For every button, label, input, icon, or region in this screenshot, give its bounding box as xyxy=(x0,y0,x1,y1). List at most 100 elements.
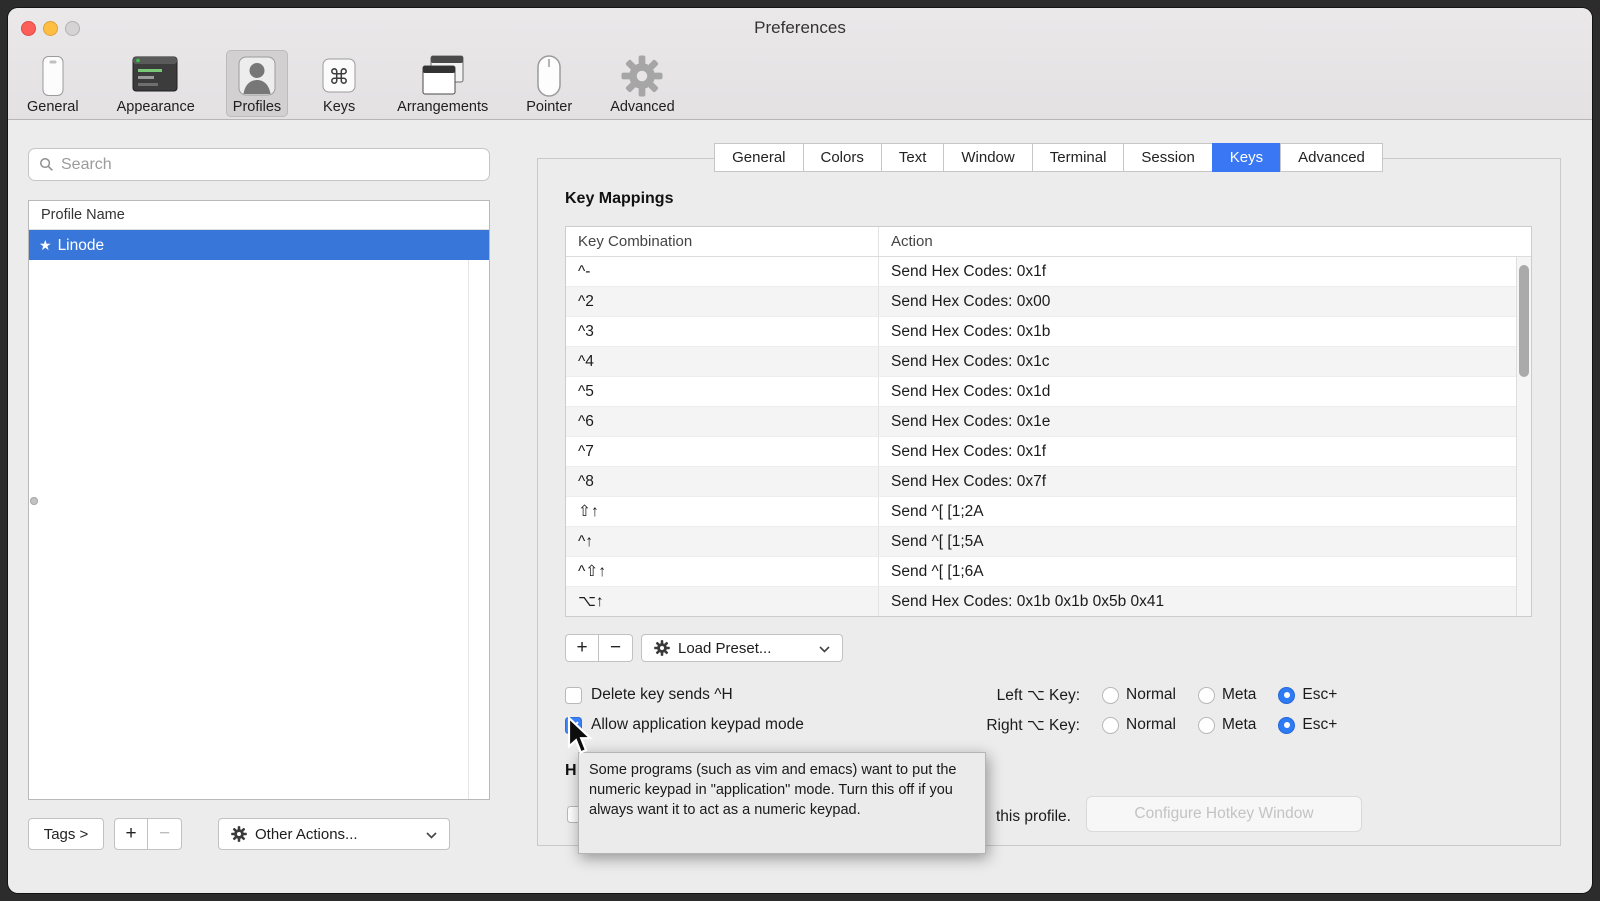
toolbar-item-pointer[interactable]: Pointer xyxy=(519,50,579,117)
mouse-cursor-icon xyxy=(566,716,594,761)
action-cell: Send Hex Codes: 0x1f xyxy=(879,257,1516,286)
toolbar-item-profiles[interactable]: Profiles xyxy=(226,50,288,117)
action-cell: Send Hex Codes: 0x1b 0x1b 0x5b 0x41 xyxy=(879,587,1516,616)
action-cell: Send ^[ [1;2A xyxy=(879,497,1516,526)
table-header: Key Combination Action xyxy=(566,227,1531,257)
radio-option-meta[interactable]: Meta xyxy=(1198,716,1256,734)
titlebar[interactable]: Preferences xyxy=(8,8,1592,48)
table-scrollbar[interactable] xyxy=(1516,257,1531,616)
toolbar-item-appearance[interactable]: Appearance xyxy=(110,50,202,117)
sidebar-controls: Tags > + − Other Actions... xyxy=(28,818,450,850)
checkbox-box xyxy=(565,687,582,704)
toolbar: General Appearance Profiles ⌘Keys Arrangemen… xyxy=(20,50,682,117)
key-mapping-row[interactable]: ^2Send Hex Codes: 0x00 xyxy=(566,287,1516,317)
action-cell: Send Hex Codes: 0x1f xyxy=(879,437,1516,466)
radio-option-esc[interactable]: Esc+ xyxy=(1278,716,1337,734)
radio-option-normal[interactable]: Normal xyxy=(1102,716,1176,734)
tab-advanced[interactable]: Advanced xyxy=(1280,143,1383,172)
radio-option-label: Meta xyxy=(1222,686,1256,704)
key-mapping-row[interactable]: ^6Send Hex Codes: 0x1e xyxy=(566,407,1516,437)
toolbar-item-general[interactable]: General xyxy=(20,50,86,117)
profile-row[interactable]: ★ Linode xyxy=(29,230,489,260)
checkbox-label: Delete key sends ^H xyxy=(591,686,733,704)
load-preset-dropdown[interactable]: Load Preset... xyxy=(641,634,843,662)
tab-text[interactable]: Text xyxy=(881,143,945,172)
star-icon: ★ xyxy=(39,237,52,253)
tags-button[interactable]: Tags > xyxy=(28,818,104,850)
radio-option-esc[interactable]: Esc+ xyxy=(1278,686,1337,704)
toolbar-item-label: Appearance xyxy=(117,99,195,115)
chevron-down-icon xyxy=(426,826,437,843)
checkbox-delete-key-sends-h[interactable]: Delete key sends ^H xyxy=(565,680,804,710)
tab-window[interactable]: Window xyxy=(943,143,1032,172)
tab-session[interactable]: Session xyxy=(1123,143,1212,172)
key-combination-cell: ⌥↑ xyxy=(566,587,879,616)
key-mapping-row[interactable]: ^5Send Hex Codes: 0x1d xyxy=(566,377,1516,407)
tab-keys[interactable]: Keys xyxy=(1212,143,1281,172)
column-header-action[interactable]: Action xyxy=(879,227,1531,256)
configure-hotkey-window-button[interactable]: Configure Hotkey Window xyxy=(1086,796,1362,832)
key-mapping-row[interactable]: ^7Send Hex Codes: 0x1f xyxy=(566,437,1516,467)
key-mappings-body: ^-Send Hex Codes: 0x1f^2Send Hex Codes: … xyxy=(566,257,1516,616)
key-mapping-row[interactable]: ^3Send Hex Codes: 0x1b xyxy=(566,317,1516,347)
svg-text:⌘: ⌘ xyxy=(329,65,350,89)
key-combination-cell: ^3 xyxy=(566,317,879,346)
key-mapping-row[interactable]: ^-Send Hex Codes: 0x1f xyxy=(566,257,1516,287)
key-mapping-row[interactable]: ⌥↑Send Hex Codes: 0x1b 0x1b 0x5b 0x41 xyxy=(566,587,1516,616)
pointer-icon xyxy=(532,53,566,98)
radio-button xyxy=(1102,687,1119,704)
hotkey-section-heading: H xyxy=(565,762,577,780)
toolbar-item-arrangements[interactable]: Arrangements xyxy=(390,50,495,117)
action-cell: Send ^[ [1;6A xyxy=(879,557,1516,586)
toolbar-item-label: Advanced xyxy=(610,99,675,115)
profile-name: Linode xyxy=(58,237,105,254)
radio-groups: Left ⌥ Key:NormalMetaEsc+Right ⌥ Key:Nor… xyxy=(960,680,1337,740)
other-actions-dropdown[interactable]: Other Actions... xyxy=(218,818,450,850)
keys-icon: ⌘ xyxy=(319,53,359,98)
search-input[interactable] xyxy=(61,156,479,174)
section-title: Key Mappings xyxy=(565,190,673,208)
key-combination-cell: ^5 xyxy=(566,377,879,406)
general-icon xyxy=(33,53,73,98)
remove-key-mapping-button[interactable]: − xyxy=(599,634,633,662)
tab-general[interactable]: General xyxy=(714,143,803,172)
key-mapping-row[interactable]: ^8Send Hex Codes: 0x7f xyxy=(566,467,1516,497)
key-mapping-row[interactable]: ^4Send Hex Codes: 0x1c xyxy=(566,347,1516,377)
action-cell: Send Hex Codes: 0x7f xyxy=(879,467,1516,496)
action-cell: Send ^[ [1;5A xyxy=(879,527,1516,556)
key-mapping-row[interactable]: ^⇧↑Send ^[ [1;6A xyxy=(566,557,1516,587)
key-combination-cell: ^⇧↑ xyxy=(566,557,879,586)
toolbar-item-keys[interactable]: ⌘Keys xyxy=(312,50,366,117)
radio-group: Right ⌥ Key:NormalMetaEsc+ xyxy=(960,710,1337,740)
search-field[interactable] xyxy=(28,148,490,181)
radio-button xyxy=(1278,687,1295,704)
key-mapping-row[interactable]: ^↑Send ^[ [1;5A xyxy=(566,527,1516,557)
profiles-icon xyxy=(235,53,279,98)
column-header-key-combination[interactable]: Key Combination xyxy=(566,227,879,256)
key-combination-cell: ^8 xyxy=(566,467,879,496)
radio-button xyxy=(1278,717,1295,734)
action-cell: Send Hex Codes: 0x1b xyxy=(879,317,1516,346)
key-combination-cell: ^6 xyxy=(566,407,879,436)
key-combination-cell: ⇧↑ xyxy=(566,497,879,526)
remove-profile-button[interactable]: − xyxy=(148,818,182,850)
tab-terminal[interactable]: Terminal xyxy=(1032,143,1125,172)
toolbar-item-advanced[interactable]: Advanced xyxy=(603,50,682,117)
radio-option-normal[interactable]: Normal xyxy=(1102,686,1176,704)
checkbox-group: Delete key sends ^H Allow application key… xyxy=(565,680,804,740)
scrollbar-thumb[interactable] xyxy=(1519,265,1529,377)
checkbox-allow-application-keypad-mode[interactable]: Allow application keypad mode xyxy=(565,710,804,740)
profile-list-header: Profile Name xyxy=(29,201,489,230)
radio-button xyxy=(1198,717,1215,734)
preferences-window: Preferences GeneralAppearanceProfiles⌘Ke… xyxy=(8,8,1592,893)
checkbox-label: Allow application keypad mode xyxy=(591,716,804,734)
add-profile-button[interactable]: + xyxy=(114,818,148,850)
add-key-mapping-button[interactable]: + xyxy=(565,634,599,662)
key-mapping-row[interactable]: ⇧↑Send ^[ [1;2A xyxy=(566,497,1516,527)
toolbar-item-label: General xyxy=(27,99,79,115)
key-combination-cell: ^↑ xyxy=(566,527,879,556)
radio-option-label: Esc+ xyxy=(1302,716,1337,734)
tab-colors[interactable]: Colors xyxy=(803,143,882,172)
pane-splitter-handle[interactable] xyxy=(30,497,38,505)
radio-option-meta[interactable]: Meta xyxy=(1198,686,1256,704)
